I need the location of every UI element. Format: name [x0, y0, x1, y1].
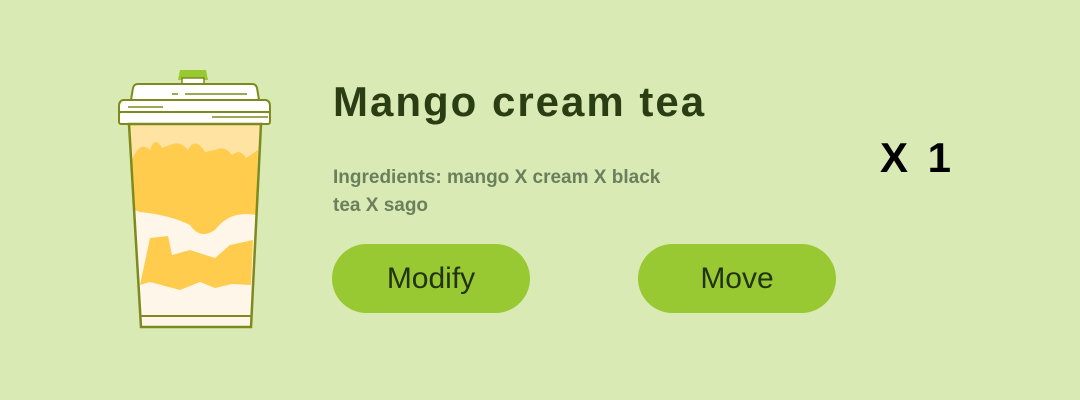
item-title: Mango cream tea: [333, 78, 707, 125]
bubble-tea-cup-icon: [118, 70, 271, 329]
modify-button[interactable]: Modify: [332, 244, 530, 313]
item-ingredients: Ingredients: mango X cream X black tea X…: [333, 167, 661, 216]
item-quantity: X 1: [880, 134, 956, 181]
move-button[interactable]: Move: [638, 244, 836, 313]
